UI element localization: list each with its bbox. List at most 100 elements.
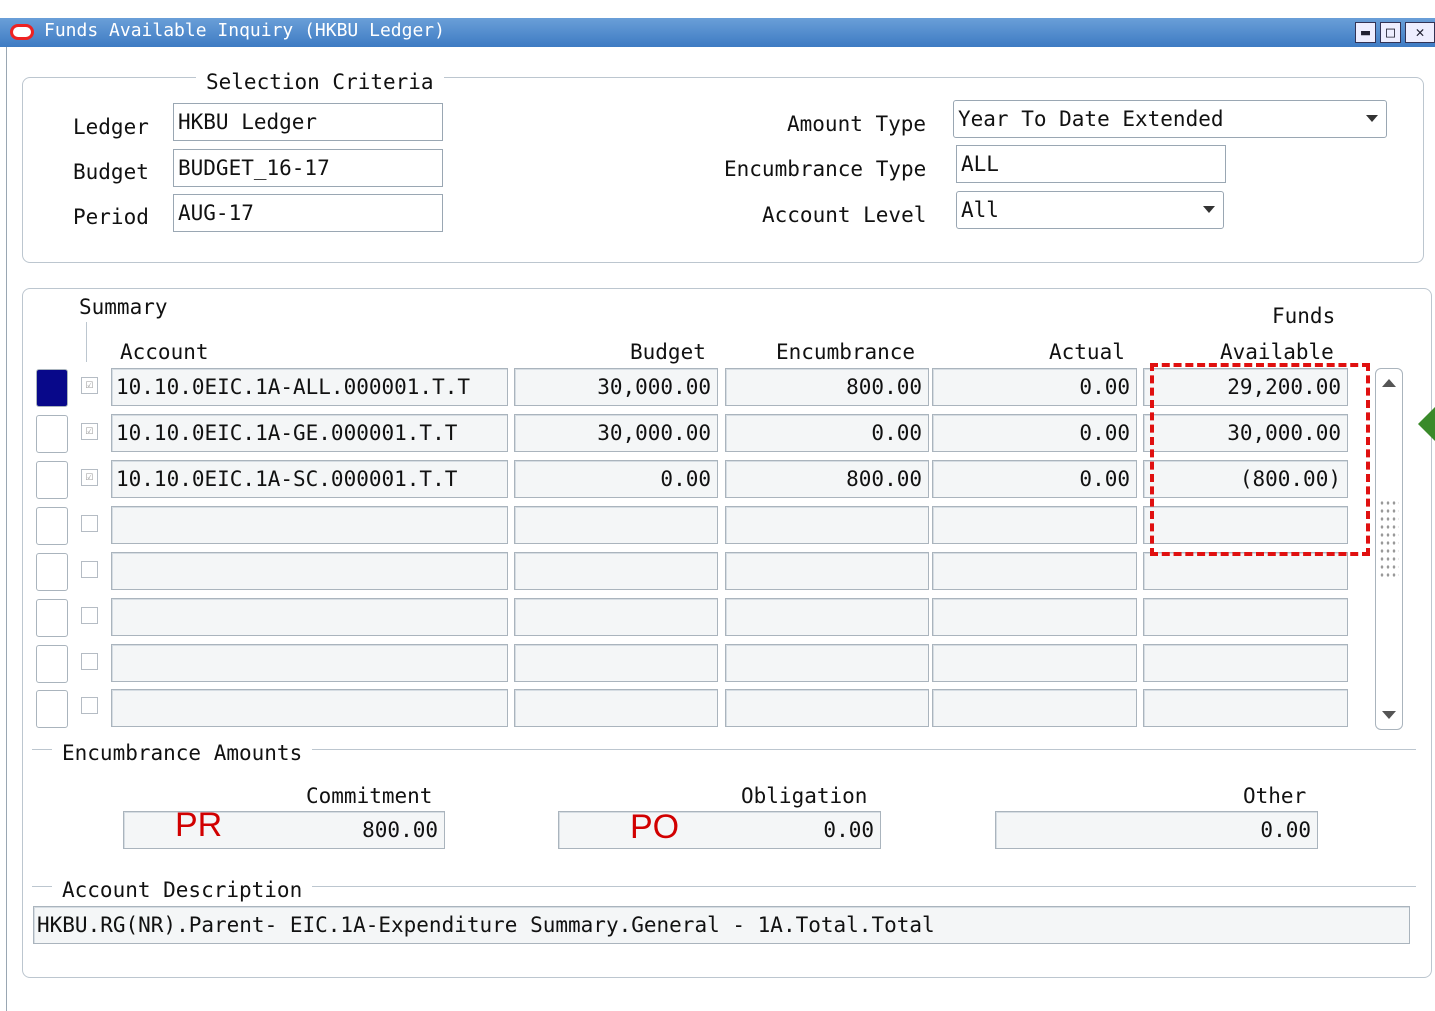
account-cell[interactable]: 10.10.0EIC.1A-SC.000001.T.T — [111, 460, 508, 498]
col-encumbrance-header: Encumbrance — [776, 340, 916, 364]
summary-legend: Summary — [79, 295, 168, 319]
account-description-legend: Account Description — [52, 878, 313, 902]
other-label: Other — [1243, 784, 1307, 808]
row-checkbox[interactable] — [81, 561, 98, 578]
budget-cell[interactable] — [514, 644, 718, 682]
ledger-field[interactable]: HKBU Ledger — [173, 103, 443, 141]
col-funds-header-line1: Funds — [1272, 304, 1336, 328]
row-selector[interactable] — [36, 599, 68, 637]
green-arrow-icon — [1418, 402, 1435, 446]
encumbrance-amounts-legend: Encumbrance Amounts — [52, 741, 313, 765]
funds-available-cell[interactable] — [1143, 689, 1348, 727]
funds-available-highlight — [1150, 363, 1370, 556]
commitment-field[interactable]: 800.00 — [123, 811, 445, 849]
row-checkbox[interactable]: ☑ — [81, 377, 98, 394]
po-annotation: PO — [630, 808, 680, 846]
scroll-up-icon[interactable] — [1382, 379, 1396, 387]
budget-label: Budget — [73, 160, 149, 184]
other-field[interactable]: 0.00 — [995, 811, 1318, 849]
account-cell[interactable] — [111, 644, 508, 682]
row-checkbox[interactable] — [81, 607, 98, 624]
commitment-label: Commitment — [306, 784, 433, 808]
row-checkbox[interactable] — [81, 515, 98, 532]
row-selector[interactable] — [36, 553, 68, 591]
encumbrance-type-label: Encumbrance Type — [724, 157, 927, 181]
title-bar: Funds Available Inquiry (HKBU Ledger) ▬ … — [0, 0, 1435, 47]
row-selector[interactable] — [36, 369, 68, 407]
budget-cell[interactable]: 30,000.00 — [514, 414, 718, 452]
row-checkbox[interactable] — [81, 697, 98, 714]
row-selector[interactable] — [36, 507, 68, 545]
period-field[interactable]: AUG-17 — [173, 194, 443, 232]
budget-cell[interactable] — [514, 552, 718, 590]
account-level-label: Account Level — [762, 203, 927, 227]
col-actual-header: Actual — [1049, 340, 1125, 364]
account-cell[interactable]: 10.10.0EIC.1A-ALL.000001.T.T — [111, 368, 508, 406]
amount-type-label: Amount Type — [787, 112, 927, 136]
row-selector[interactable] — [36, 645, 68, 683]
encumbrance-cell[interactable] — [725, 689, 929, 727]
actual-cell[interactable]: 0.00 — [932, 368, 1137, 406]
row-checkbox[interactable]: ☑ — [81, 423, 98, 440]
actual-cell[interactable]: 0.00 — [932, 414, 1137, 452]
actual-cell[interactable] — [932, 689, 1137, 727]
scroll-thumb[interactable] — [1379, 499, 1399, 579]
col-funds-header-line2: Available — [1220, 340, 1334, 364]
row-selector[interactable] — [36, 461, 68, 499]
encumbrance-cell[interactable]: 0.00 — [725, 414, 929, 452]
row-selector[interactable] — [36, 415, 68, 453]
account-cell[interactable] — [111, 506, 508, 544]
account-cell[interactable]: 10.10.0EIC.1A-GE.000001.T.T — [111, 414, 508, 452]
chevron-down-icon — [1366, 115, 1378, 122]
window-left-border — [6, 47, 7, 1011]
actual-cell[interactable] — [932, 552, 1137, 590]
encumbrance-cell[interactable]: 800.00 — [725, 368, 929, 406]
budget-cell[interactable]: 30,000.00 — [514, 368, 718, 406]
row-checkbox[interactable] — [81, 653, 98, 670]
actual-cell[interactable]: 0.00 — [932, 460, 1137, 498]
account-description-field[interactable]: HKBU.RG(NR).Parent- EIC.1A-Expenditure S… — [33, 906, 1410, 944]
row-checkbox[interactable]: ☑ — [81, 469, 98, 486]
obligation-field[interactable]: 0.00 — [558, 811, 881, 849]
budget-cell[interactable]: 0.00 — [514, 460, 718, 498]
minimize-icon[interactable]: ▬ — [1355, 22, 1376, 43]
col-account-header: Account — [120, 340, 209, 364]
encumbrance-type-field[interactable]: ALL — [956, 145, 1226, 183]
amount-type-select[interactable]: Year To Date Extended — [953, 100, 1387, 138]
pr-annotation: PR — [175, 806, 223, 844]
actual-cell[interactable] — [932, 506, 1137, 544]
budget-cell[interactable] — [514, 598, 718, 636]
ledger-label: Ledger — [73, 115, 149, 139]
period-label: Period — [73, 205, 149, 229]
encumbrance-cell[interactable] — [725, 598, 929, 636]
maximize-icon[interactable]: □ — [1380, 22, 1401, 43]
funds-available-cell[interactable] — [1143, 552, 1348, 590]
obligation-label: Obligation — [741, 784, 868, 808]
actual-cell[interactable] — [932, 644, 1137, 682]
selection-criteria-legend: Selection Criteria — [196, 70, 444, 94]
actual-cell[interactable] — [932, 598, 1137, 636]
budget-cell[interactable] — [514, 689, 718, 727]
encumbrance-cell[interactable]: 800.00 — [725, 460, 929, 498]
encumbrance-cell[interactable] — [725, 506, 929, 544]
summary-bracket — [86, 322, 87, 362]
col-budget-header: Budget — [630, 340, 706, 364]
chevron-down-icon — [1203, 206, 1215, 213]
scroll-down-icon[interactable] — [1382, 711, 1396, 719]
account-cell[interactable] — [111, 552, 508, 590]
account-cell[interactable] — [111, 598, 508, 636]
account-cell[interactable] — [111, 689, 508, 727]
window-title: Funds Available Inquiry (HKBU Ledger) — [44, 20, 445, 41]
encumbrance-cell[interactable] — [725, 552, 929, 590]
funds-available-cell[interactable] — [1143, 598, 1348, 636]
account-level-select[interactable]: All — [956, 191, 1224, 229]
close-icon[interactable]: ✕ — [1405, 22, 1435, 43]
budget-field[interactable]: BUDGET_16-17 — [173, 149, 443, 187]
encumbrance-cell[interactable] — [725, 644, 929, 682]
row-selector[interactable] — [36, 690, 68, 728]
account-level-value: All — [961, 198, 999, 222]
oracle-logo-icon — [10, 24, 34, 40]
funds-available-cell[interactable] — [1143, 644, 1348, 682]
vertical-scrollbar[interactable] — [1375, 368, 1403, 730]
budget-cell[interactable] — [514, 506, 718, 544]
